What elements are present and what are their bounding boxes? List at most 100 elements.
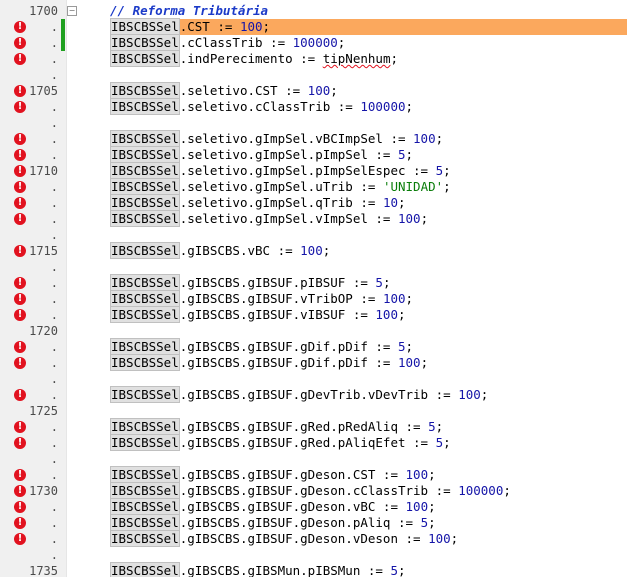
code-text[interactable]: IBSCBSSel.seletivo.cClassTrib := 100000; — [110, 98, 627, 115]
code-text[interactable]: IBSCBSSel.gIBSCBS.gIBSUF.pIBSUF := 5; — [110, 274, 627, 291]
code-text[interactable]: IBSCBSSel.gIBSCBS.gIBSUF.gDeson.vDeson :… — [110, 530, 627, 547]
code-text[interactable]: IBSCBSSel.gIBSCBS.gIBSUF.vTribOP := 100; — [110, 290, 627, 307]
code-line[interactable]: !. IBSCBSSel.cClassTrib := 100000; — [0, 34, 627, 51]
code-line[interactable]: !. IBSCBSSel.gIBSCBS.gIBSUF.gDif.pDif := … — [0, 354, 627, 371]
code-line[interactable]: ! 1705 IBSCBSSel.seletivo.CST := 100; — [0, 82, 627, 99]
code-line[interactable]: ! 1710 IBSCBSSel.seletivo.gImpSel.pImpSelE… — [0, 162, 627, 179]
code-line[interactable]: . — [0, 115, 627, 131]
code-text[interactable] — [110, 227, 627, 243]
code-line[interactable]: !. IBSCBSSel.seletivo.gImpSel.qTrib := 10… — [0, 194, 627, 211]
code-text[interactable]: IBSCBSSel.seletivo.CST := 100; — [110, 82, 627, 99]
object-identifier[interactable]: IBSCBSSel — [110, 514, 180, 531]
code-text[interactable]: IBSCBSSel.gIBSCBS.gIBSUF.gDeson.cClassTr… — [110, 482, 627, 499]
code-text[interactable] — [110, 371, 627, 387]
object-identifier[interactable]: IBSCBSSel — [110, 434, 180, 451]
code-text[interactable]: IBSCBSSel.gIBSCBS.gIBSUF.gRed.pAliqEfet … — [110, 434, 627, 451]
code-line[interactable]: !. IBSCBSSel.seletivo.gImpSel.vBCImpSel :… — [0, 130, 627, 147]
object-identifier[interactable]: IBSCBSSel — [110, 354, 180, 371]
code-text[interactable]: IBSCBSSel.seletivo.gImpSel.pImpSel := 5; — [110, 146, 627, 163]
code-line[interactable]: !. IBSCBSSel.gIBSCBS.gIBSUF.gDeson.pAliq … — [0, 514, 627, 531]
code-line[interactable]: 1720 — [0, 323, 627, 339]
code-line[interactable]: . — [0, 547, 627, 563]
code-text[interactable]: IBSCBSSel.seletivo.gImpSel.vBCImpSel := … — [110, 130, 627, 147]
code-editor[interactable]: 1700−// Reforma Tributária!. IBSCBSSel.CS… — [0, 0, 627, 577]
object-identifier[interactable]: IBSCBSSel — [110, 242, 180, 259]
object-identifier[interactable]: IBSCBSSel — [110, 562, 180, 577]
object-identifier[interactable]: IBSCBSSel — [110, 386, 180, 403]
code-text[interactable] — [110, 259, 627, 275]
code-line[interactable]: !. IBSCBSSel.gIBSCBS.gIBSUF.gDeson.CST :=… — [0, 466, 627, 483]
code-text[interactable] — [110, 115, 627, 131]
object-identifier[interactable]: IBSCBSSel — [110, 418, 180, 435]
current-line[interactable]: !. IBSCBSSel.CST := 100; — [0, 18, 627, 35]
code-line[interactable]: !. IBSCBSSel.gIBSCBS.gIBSUF.gRed.pRedAliq… — [0, 418, 627, 435]
code-text[interactable]: IBSCBSSel.gIBSCBS.gIBSMun.pIBSMun := 5; — [110, 562, 627, 577]
code-text[interactable] — [110, 451, 627, 467]
object-identifier[interactable]: IBSCBSSel — [110, 466, 180, 483]
object-identifier[interactable]: IBSCBSSel — [110, 162, 180, 179]
code-line[interactable]: . — [0, 451, 627, 467]
object-identifier[interactable]: IBSCBSSel — [110, 130, 180, 147]
code-line[interactable]: . — [0, 371, 627, 387]
code-text[interactable]: IBSCBSSel.seletivo.gImpSel.vImpSel := 10… — [110, 210, 627, 227]
code-line[interactable]: . — [0, 259, 627, 275]
code-text[interactable]: IBSCBSSel.gIBSCBS.gIBSUF.gDeson.CST := 1… — [110, 466, 627, 483]
code-text[interactable] — [110, 547, 627, 563]
code-line[interactable]: !. IBSCBSSel.seletivo.cClassTrib := 10000… — [0, 98, 627, 115]
code-text[interactable]: IBSCBSSel.gIBSCBS.gIBSUF.vIBSUF := 100; — [110, 306, 627, 323]
code-line[interactable]: !. IBSCBSSel.seletivo.gImpSel.uTrib := 'U… — [0, 178, 627, 195]
code-line[interactable]: 1700− // Reforma Tributária — [0, 3, 627, 19]
code-text[interactable]: IBSCBSSel.seletivo.gImpSel.pImpSelEspec … — [110, 162, 627, 179]
code-text[interactable]: // Reforma Tributária — [110, 3, 627, 19]
object-identifier[interactable]: IBSCBSSel — [110, 98, 180, 115]
code-text[interactable]: IBSCBSSel.CST := 100; — [110, 18, 627, 35]
object-identifier[interactable]: IBSCBSSel — [110, 498, 180, 515]
object-identifier[interactable]: IBSCBSSel — [110, 34, 180, 51]
code-line[interactable]: !. IBSCBSSel.gIBSCBS.gIBSUF.vTribOP := 10… — [0, 290, 627, 307]
code-line[interactable]: !. IBSCBSSel.gIBSCBS.gIBSUF.gDeson.vDeson… — [0, 530, 627, 547]
fold-toggle-icon[interactable]: − — [67, 6, 77, 16]
object-identifier[interactable]: IBSCBSSel — [110, 82, 180, 99]
object-identifier[interactable]: IBSCBSSel — [110, 274, 180, 291]
code-text[interactable]: IBSCBSSel.gIBSCBS.gIBSUF.gDeson.pAliq :=… — [110, 514, 627, 531]
code-text[interactable] — [110, 67, 627, 83]
object-identifier[interactable]: IBSCBSSel — [110, 146, 180, 163]
object-identifier[interactable]: IBSCBSSel — [110, 530, 180, 547]
code-text[interactable]: IBSCBSSel.gIBSCBS.gIBSUF.gDif.pDif := 5; — [110, 338, 627, 355]
code-text[interactable] — [110, 403, 627, 419]
code-line[interactable]: 1735 IBSCBSSel.gIBSCBS.gIBSMun.pIBSMun :=… — [0, 562, 627, 577]
object-identifier[interactable]: IBSCBSSel — [110, 306, 180, 323]
code-line[interactable]: ! 1730 IBSCBSSel.gIBSCBS.gIBSUF.gDeson.cCl… — [0, 482, 627, 499]
code-line[interactable]: !. IBSCBSSel.seletivo.gImpSel.vImpSel := … — [0, 210, 627, 227]
code-line[interactable]: !. IBSCBSSel.gIBSCBS.gIBSUF.gDif.pDif := … — [0, 338, 627, 355]
object-identifier[interactable]: IBSCBSSel — [110, 18, 180, 35]
code-line[interactable]: !. IBSCBSSel.gIBSCBS.gIBSUF.gDevTrib.vDev… — [0, 386, 627, 403]
code-text[interactable] — [110, 323, 627, 339]
code-text[interactable]: IBSCBSSel.cClassTrib := 100000; — [110, 34, 627, 51]
code-line[interactable]: . — [0, 67, 627, 83]
code-text[interactable]: IBSCBSSel.seletivo.gImpSel.qTrib := 10; — [110, 194, 627, 211]
code-line[interactable]: !. IBSCBSSel.gIBSCBS.gIBSUF.pIBSUF := 5; — [0, 274, 627, 291]
code-text[interactable]: IBSCBSSel.gIBSCBS.gIBSUF.gDeson.vBC := 1… — [110, 498, 627, 515]
object-identifier[interactable]: IBSCBSSel — [110, 290, 180, 307]
object-identifier[interactable]: IBSCBSSel — [110, 178, 180, 195]
code-line[interactable]: !. IBSCBSSel.gIBSCBS.gIBSUF.gDeson.vBC :=… — [0, 498, 627, 515]
code-text[interactable]: IBSCBSSel.indPerecimento := tipNenhum; — [110, 50, 627, 67]
code-text[interactable]: IBSCBSSel.gIBSCBS.gIBSUF.gDevTrib.vDevTr… — [110, 386, 627, 403]
object-identifier[interactable]: IBSCBSSel — [110, 482, 180, 499]
code-line[interactable]: 1725 — [0, 403, 627, 419]
code-line[interactable]: !. IBSCBSSel.gIBSCBS.gIBSUF.gRed.pAliqEfe… — [0, 434, 627, 451]
object-identifier[interactable]: IBSCBSSel — [110, 50, 180, 67]
code-text[interactable]: IBSCBSSel.gIBSCBS.gIBSUF.gRed.pRedAliq :… — [110, 418, 627, 435]
code-line[interactable]: ! 1715 IBSCBSSel.gIBSCBS.vBC := 100; — [0, 242, 627, 259]
code-text[interactable]: IBSCBSSel.gIBSCBS.gIBSUF.gDif.pDif := 10… — [110, 354, 627, 371]
code-line[interactable]: !. IBSCBSSel.seletivo.gImpSel.pImpSel := … — [0, 146, 627, 163]
editor-lines[interactable]: 1700−// Reforma Tributária!. IBSCBSSel.CS… — [0, 3, 627, 577]
code-line[interactable]: !. IBSCBSSel.gIBSCBS.gIBSUF.vIBSUF := 100… — [0, 306, 627, 323]
code-text[interactable]: IBSCBSSel.gIBSCBS.vBC := 100; — [110, 242, 627, 259]
code-text[interactable]: IBSCBSSel.seletivo.gImpSel.uTrib := 'UNI… — [110, 178, 627, 195]
object-identifier[interactable]: IBSCBSSel — [110, 194, 180, 211]
object-identifier[interactable]: IBSCBSSel — [110, 338, 180, 355]
code-line[interactable]: !. IBSCBSSel.indPerecimento := tipNenhum; — [0, 50, 627, 67]
code-line[interactable]: . — [0, 227, 627, 243]
